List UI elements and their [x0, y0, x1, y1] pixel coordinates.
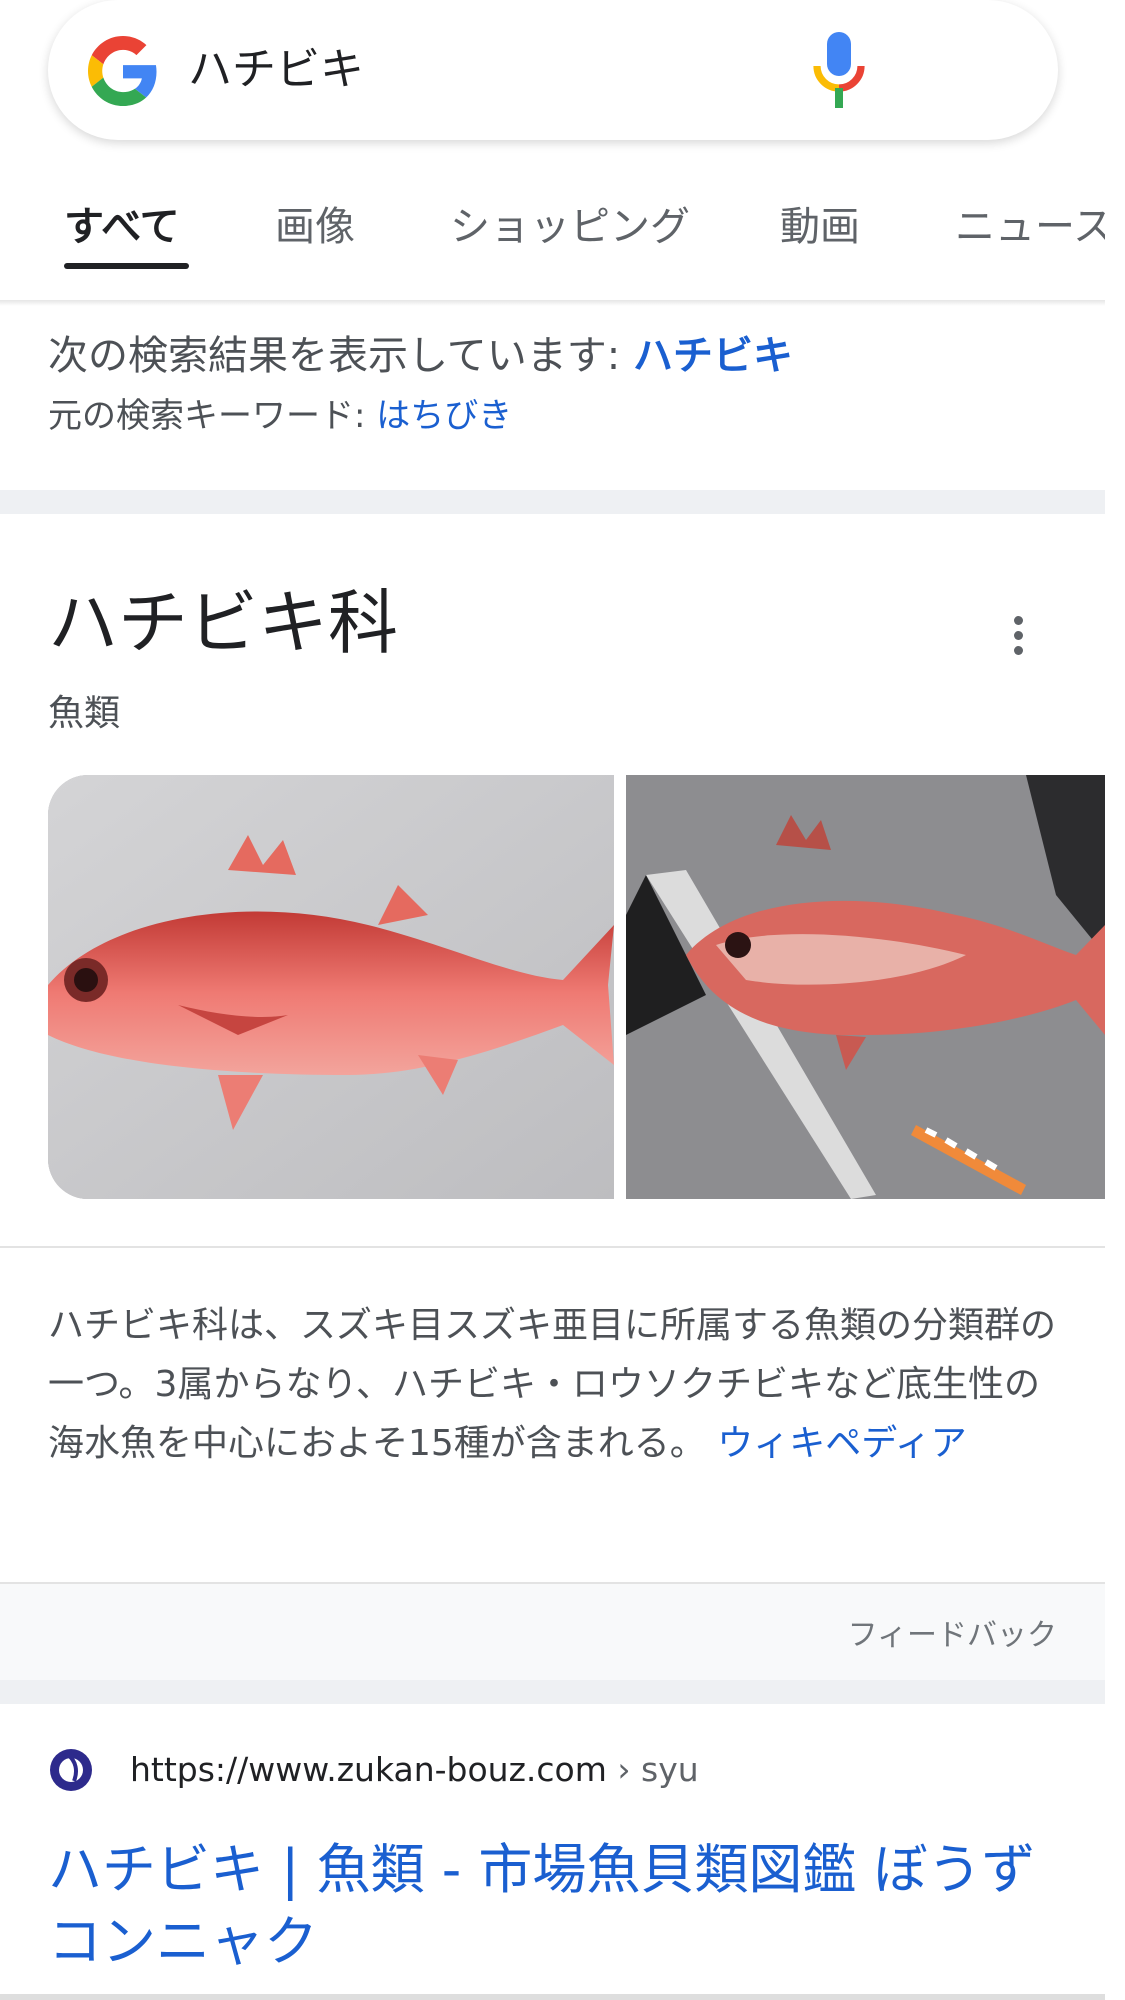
section-separator: [0, 1680, 1105, 1704]
section-separator: [0, 490, 1105, 514]
header-shadow: [0, 300, 1105, 306]
corrected-term-link[interactable]: ハチビキ: [633, 333, 793, 379]
original-query: 元の検索キーワード: はちびき: [48, 390, 793, 442]
showing-results-for: 次の検索結果を表示しています: ハチビキ: [48, 326, 793, 386]
original-prefix: 元の検索キーワード:: [48, 396, 377, 436]
knowledge-panel-description: ハチビキ科は、スズキ目スズキ亜目に所属する魚類の分類群の一つ。3属からなり、ハチ…: [48, 1296, 1068, 1473]
fish-photo: [626, 775, 1105, 1199]
knowledge-panel-title: ハチビキ科: [48, 582, 398, 664]
site-favicon-icon: [50, 1749, 92, 1791]
result-url-base: https://www.zukan-bouz.com: [130, 1750, 607, 1789]
wikipedia-link[interactable]: ウィキペディア: [717, 1423, 966, 1464]
result-title-link[interactable]: ハチビキ | 魚類 - 市場魚貝類図鑑 ぼうずコンニャク: [48, 1834, 1078, 1978]
google-logo-icon: [88, 36, 157, 106]
search-tabs: すべて 画像 ショッピング 動画 ニュース: [0, 180, 1105, 270]
bottom-edge: [0, 1994, 1105, 2000]
search-bar[interactable]: ハチビキ: [48, 0, 1058, 140]
fish-image-2[interactable]: [626, 775, 1105, 1199]
search-input[interactable]: ハチビキ: [188, 40, 364, 100]
active-tab-indicator: [64, 263, 189, 269]
tab-videos[interactable]: 動画: [780, 194, 860, 252]
result-url[interactable]: https://www.zukan-bouz.com › syu: [130, 1750, 699, 1789]
fish-photo: [48, 775, 614, 1199]
fish-image-1[interactable]: [48, 775, 614, 1199]
divider: [0, 1246, 1105, 1248]
tab-news[interactable]: ニュース: [955, 194, 1105, 252]
microphone-icon[interactable]: [813, 32, 865, 108]
more-options-icon[interactable]: [1000, 612, 1036, 662]
original-term-link[interactable]: はちびき: [376, 396, 512, 436]
feedback-bar: フィードバック: [0, 1584, 1105, 1680]
tab-images[interactable]: 画像: [275, 194, 355, 252]
feedback-link[interactable]: フィードバック: [848, 1610, 1057, 1654]
spelling-correction: 次の検索結果を表示しています: ハチビキ 元の検索キーワード: はちびき: [48, 326, 793, 442]
result-url-path: › syu: [606, 1750, 699, 1789]
tab-all[interactable]: すべて: [64, 194, 180, 252]
tab-shopping[interactable]: ショッピング: [450, 194, 690, 252]
knowledge-panel-subtitle: 魚類: [48, 693, 121, 734]
showing-prefix: 次の検索結果を表示しています:: [48, 333, 633, 379]
results-page: ハチビキ すべて 画像 ショッピング 動画 ニュース 次の検索結果を表示していま…: [0, 0, 1105, 2000]
